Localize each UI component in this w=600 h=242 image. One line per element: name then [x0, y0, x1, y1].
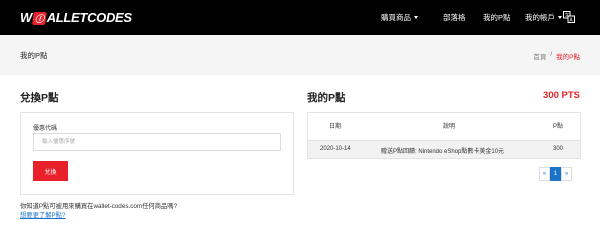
my-points-title: 我的P點 [307, 92, 346, 104]
nav-blog[interactable]: 部落格 [443, 12, 466, 23]
translate-icon[interactable]: 文 A [563, 11, 575, 23]
row-points: 300 [553, 146, 564, 152]
coupon-code-label: 優惠代碼 [33, 126, 58, 132]
redeem-card [20, 112, 294, 195]
col-desc-header: 說明 [443, 124, 456, 130]
breadcrumb: 首頁 / 我的P點 [533, 51, 580, 61]
nav-my-points[interactable]: 我的P點 [483, 12, 511, 23]
pagination: « 1 » [539, 167, 572, 181]
site-logo[interactable]: Wⓛ ALLETCODES [20, 10, 132, 25]
col-date-header: 日期 [329, 124, 342, 130]
coupon-code-input[interactable] [33, 133, 281, 151]
col-points-header: P點 [553, 124, 564, 130]
breadcrumb-home[interactable]: 首頁 [533, 51, 546, 61]
row-date: 2020-10-14 [320, 146, 351, 152]
breadcrumb-current: 我的P點 [556, 54, 580, 61]
chevron-down-icon [414, 16, 418, 19]
page-1-button[interactable]: 1 [550, 167, 561, 181]
logo-badge: ⓛ [32, 12, 47, 25]
redeem-button[interactable]: 兌換 [33, 161, 68, 181]
prev-page-button[interactable]: « [539, 167, 550, 181]
logo-text: Wⓛ ALLETCODES [20, 10, 132, 25]
page-header-band [0, 35, 600, 75]
nav-account-label: 我的帳戶 [525, 13, 555, 22]
nav-my-points-label: 我的P點 [483, 13, 511, 22]
chevron-down-icon [558, 16, 562, 19]
learn-more-link[interactable]: 想要更了解P點? [20, 210, 65, 219]
breadcrumb-separator: / [550, 51, 553, 58]
nav-shop-label: 購買商品 [381, 13, 411, 22]
nav-blog-label: 部落格 [443, 13, 466, 22]
page-title: 我的P點 [20, 51, 48, 60]
row-desc: 贈送P點回饋: Nintendo eShop點數卡美金10元 [381, 149, 505, 155]
points-info-note: 你知道P點可被用來購買在wallet-codes.com任何商品嗎? [20, 203, 178, 210]
nav-account[interactable]: 我的帳戶 [525, 12, 562, 23]
nav-shop[interactable]: 購買商品 [381, 12, 418, 23]
redeem-title: 兌換P點 [20, 92, 59, 104]
next-page-button[interactable]: » [561, 167, 572, 181]
points-total: 300 PTS [543, 90, 580, 101]
top-navbar: Wⓛ ALLETCODES 購買商品 部落格 我的P點 我的帳戶 文 A [0, 0, 600, 35]
